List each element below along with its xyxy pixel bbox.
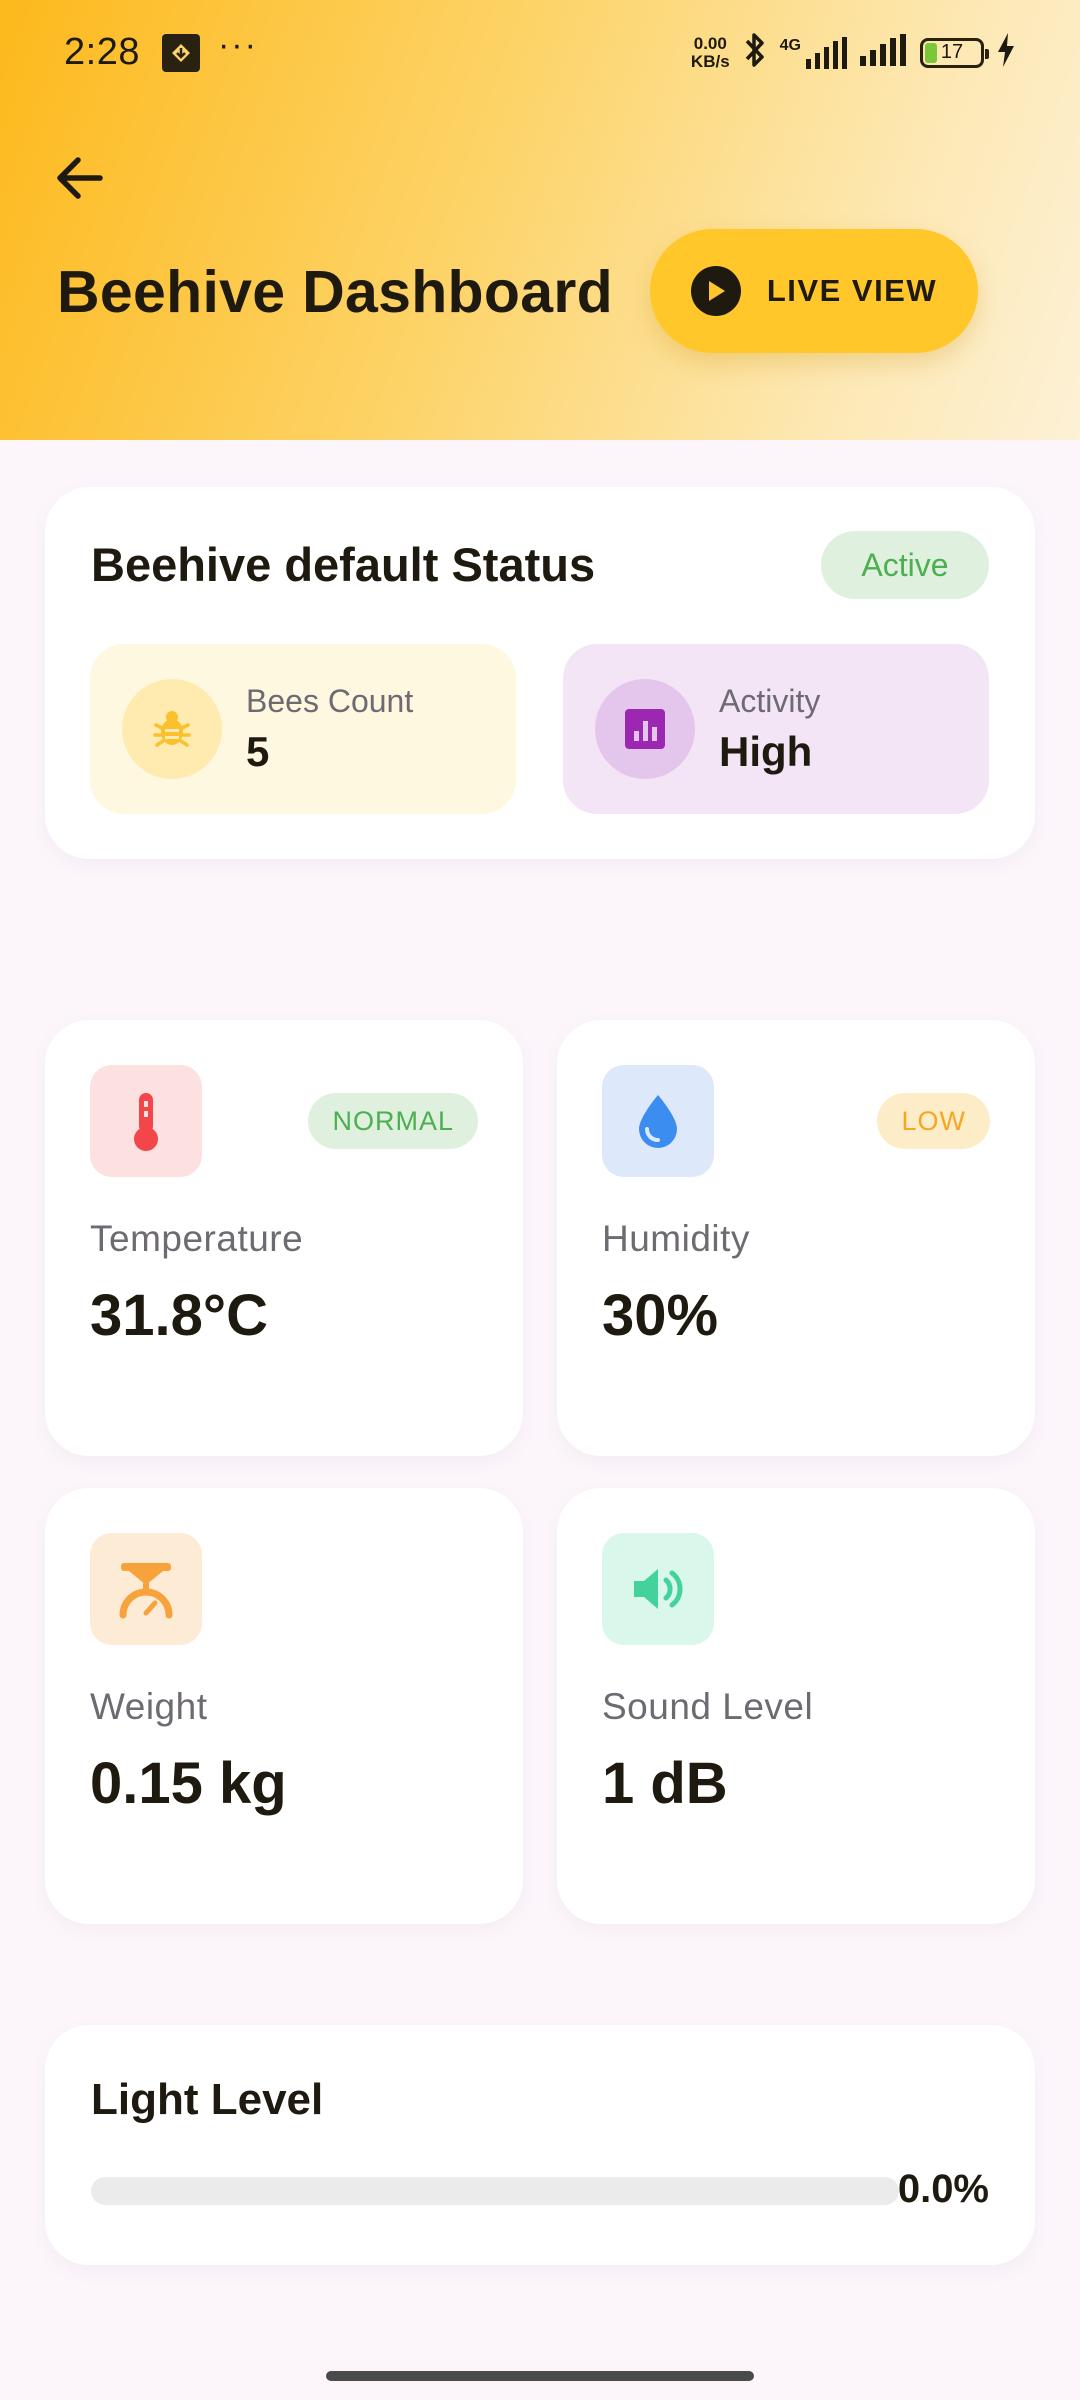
light-level-card: Light Level 0.0%: [45, 2025, 1035, 2265]
battery-icon: 17: [920, 37, 989, 68]
weight-card: Weight 0.15 kg: [45, 1488, 523, 1924]
bees-count-tile: Bees Count 5: [90, 644, 516, 814]
temperature-status-badge: NORMAL: [308, 1093, 478, 1149]
hive-status-card: Beehive default Status Active Bees Count…: [45, 487, 1035, 859]
temperature-value: 31.8°C: [90, 1283, 268, 1348]
status-time: 2:28: [64, 31, 140, 73]
status-badge: Active: [821, 531, 989, 599]
humidity-status-badge: LOW: [877, 1093, 990, 1149]
live-view-button[interactable]: LIVE VIEW: [650, 229, 978, 353]
network-speed-value: 0.00: [693, 33, 727, 53]
sound-level-label: Sound Level: [602, 1686, 814, 1727]
signal-icon: [860, 34, 908, 71]
bees-count-label: Bees Count: [246, 682, 414, 719]
scale-icon: [90, 1533, 202, 1645]
network-type: 4G: [779, 36, 801, 54]
temperature-label: Temperature: [90, 1218, 304, 1259]
light-level-value: 0.0%: [897, 2167, 989, 2211]
bar-chart-icon: [595, 679, 695, 779]
arrow-left-icon: [57, 157, 103, 199]
charging-icon: [996, 33, 1016, 72]
thermometer-icon: [90, 1065, 202, 1177]
weight-value: 0.15 kg: [90, 1751, 287, 1816]
network-speed-unit: KB/s: [690, 51, 730, 71]
humidity-label: Humidity: [602, 1218, 750, 1259]
bluetooth-icon: [742, 31, 768, 74]
activity-value: High: [719, 727, 813, 775]
light-level-title: Light Level: [91, 2075, 324, 2124]
more-notifications-icon: ···: [217, 26, 258, 64]
bug-icon: [122, 679, 222, 779]
humidity-value: 30%: [602, 1283, 719, 1348]
battery-level: 17: [940, 41, 964, 63]
activity-tile: Activity High: [563, 644, 989, 814]
play-icon: [690, 266, 741, 316]
status-card-title: Beehive default Status: [91, 538, 596, 591]
status-bar: 2:28 ··· 0.00 KB/s 4G 17: [0, 0, 1080, 105]
activity-label: Activity: [719, 682, 821, 719]
light-level-progress-bar: [91, 2177, 899, 2205]
signal-4g-icon: 4G: [779, 36, 848, 69]
page-title: Beehive Dashboard: [57, 259, 613, 325]
home-indicator[interactable]: [326, 2371, 754, 2381]
water-drop-icon: [602, 1065, 714, 1177]
weight-label: Weight: [90, 1686, 208, 1727]
back-button[interactable]: [52, 150, 108, 206]
sound-level-card: Sound Level 1 dB: [557, 1488, 1035, 1924]
bees-count-value: 5: [246, 727, 270, 775]
live-view-label: LIVE VIEW: [766, 273, 938, 308]
app-notification-icon: [161, 33, 200, 72]
volume-icon: [602, 1533, 714, 1645]
temperature-card: NORMAL Temperature 31.8°C: [45, 1020, 523, 1456]
sound-level-value: 1 dB: [602, 1751, 728, 1816]
network-speed: 0.00 KB/s: [690, 33, 730, 71]
humidity-card: LOW Humidity 30%: [557, 1020, 1035, 1456]
